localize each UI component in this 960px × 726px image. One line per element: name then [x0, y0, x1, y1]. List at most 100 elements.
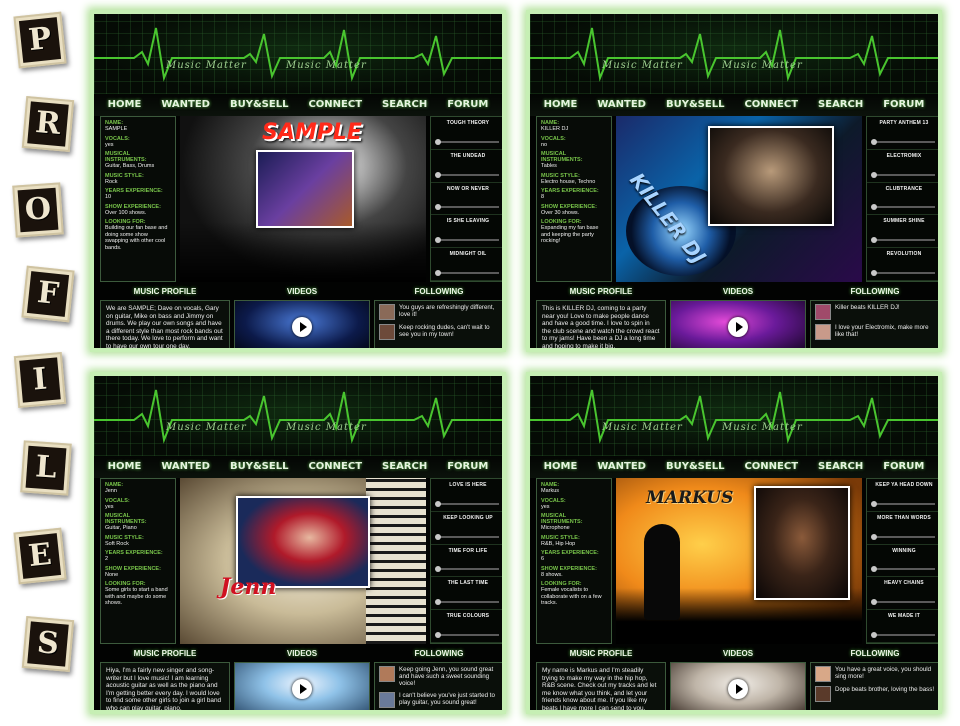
- track-item[interactable]: LOVE IS HERE: [431, 479, 502, 512]
- track-item[interactable]: WINNING: [867, 545, 938, 578]
- track-item[interactable]: TIME FOR LIFE: [431, 545, 502, 578]
- track-item[interactable]: CLUBTRANCE: [867, 183, 938, 216]
- progress-bar[interactable]: [875, 271, 935, 274]
- nav-forum[interactable]: FORUM: [883, 94, 924, 116]
- progress-bar[interactable]: [439, 271, 499, 274]
- track-item[interactable]: PARTY ANTHEM 13: [867, 117, 938, 150]
- nav-search[interactable]: SEARCH: [382, 456, 427, 478]
- play-dot-icon[interactable]: [871, 599, 877, 606]
- nav-connect[interactable]: CONNECT: [308, 456, 362, 478]
- progress-bar[interactable]: [875, 173, 935, 176]
- play-dot-icon[interactable]: [871, 566, 877, 573]
- progress-bar[interactable]: [875, 568, 935, 571]
- progress-bar[interactable]: [439, 173, 499, 176]
- avatar[interactable]: [815, 324, 831, 340]
- progress-bar[interactable]: [875, 601, 935, 604]
- nav-home[interactable]: HOME: [108, 456, 142, 478]
- nav-wanted[interactable]: WANTED: [597, 94, 646, 116]
- progress-bar[interactable]: [439, 206, 499, 209]
- progress-bar[interactable]: [439, 601, 499, 604]
- video-thumbnail[interactable]: [234, 300, 370, 348]
- video-thumbnail[interactable]: [234, 662, 370, 710]
- site-logo[interactable]: Music Matter: [722, 422, 803, 433]
- nav-wanted[interactable]: WANTED: [597, 456, 646, 478]
- video-thumbnail[interactable]: [670, 300, 806, 348]
- play-dot-icon[interactable]: [435, 631, 441, 638]
- site-logo[interactable]: Music Matter: [286, 422, 367, 433]
- nav-connect[interactable]: CONNECT: [744, 94, 798, 116]
- nav-forum[interactable]: FORUM: [447, 94, 488, 116]
- track-item[interactable]: WE MADE IT: [867, 610, 938, 643]
- avatar[interactable]: [379, 666, 395, 682]
- track-item[interactable]: NOW OR NEVER: [431, 183, 502, 216]
- progress-bar[interactable]: [875, 239, 935, 242]
- progress-bar[interactable]: [875, 535, 935, 538]
- progress-bar[interactable]: [875, 633, 935, 636]
- avatar[interactable]: [815, 304, 831, 320]
- track-item[interactable]: IS SHE LEAVING: [431, 215, 502, 249]
- video-thumbnail[interactable]: [670, 662, 806, 710]
- nav-forum[interactable]: FORUM: [447, 456, 488, 478]
- nav-search[interactable]: SEARCH: [382, 94, 427, 116]
- nav-home[interactable]: HOME: [108, 94, 142, 116]
- track-item[interactable]: MIDNIGHT OIL: [431, 248, 502, 281]
- play-dot-icon[interactable]: [871, 237, 877, 244]
- play-button-icon[interactable]: [292, 317, 312, 337]
- nav-buy-sell[interactable]: BUY&SELL: [230, 456, 288, 478]
- nav-buy-sell[interactable]: BUY&SELL: [230, 94, 288, 116]
- avatar[interactable]: [815, 686, 831, 702]
- track-item[interactable]: KEEP YA HEAD DOWN: [867, 479, 938, 512]
- site-logo[interactable]: Music Matter: [166, 60, 247, 71]
- play-dot-icon[interactable]: [871, 533, 877, 540]
- progress-bar[interactable]: [875, 502, 935, 505]
- progress-bar[interactable]: [439, 633, 499, 636]
- play-dot-icon[interactable]: [871, 500, 877, 507]
- track-item[interactable]: TOUGH THEORY: [431, 117, 502, 150]
- play-dot-icon[interactable]: [435, 237, 441, 244]
- progress-bar[interactable]: [875, 206, 935, 209]
- nav-home[interactable]: HOME: [544, 456, 578, 478]
- nav-search[interactable]: SEARCH: [818, 456, 863, 478]
- nav-connect[interactable]: CONNECT: [744, 456, 798, 478]
- play-button-icon[interactable]: [728, 679, 748, 699]
- avatar[interactable]: [815, 666, 831, 682]
- site-logo[interactable]: Music Matter: [602, 422, 683, 433]
- track-item[interactable]: ELECTROMIX: [867, 150, 938, 183]
- nav-buy-sell[interactable]: BUY&SELL: [666, 456, 724, 478]
- play-dot-icon[interactable]: [871, 631, 877, 638]
- progress-bar[interactable]: [439, 535, 499, 538]
- nav-search[interactable]: SEARCH: [818, 94, 863, 116]
- progress-bar[interactable]: [439, 140, 499, 143]
- site-logo[interactable]: Music Matter: [166, 422, 247, 433]
- nav-wanted[interactable]: WANTED: [161, 456, 210, 478]
- progress-bar[interactable]: [439, 239, 499, 242]
- track-item[interactable]: THE LAST TIME: [431, 577, 502, 611]
- progress-bar[interactable]: [875, 140, 935, 143]
- play-dot-icon[interactable]: [871, 171, 877, 178]
- progress-bar[interactable]: [439, 568, 499, 571]
- site-logo[interactable]: Music Matter: [602, 60, 683, 71]
- play-dot-icon[interactable]: [435, 171, 441, 178]
- nav-connect[interactable]: CONNECT: [308, 94, 362, 116]
- play-button-icon[interactable]: [728, 317, 748, 337]
- nav-wanted[interactable]: WANTED: [161, 94, 210, 116]
- progress-bar[interactable]: [439, 502, 499, 505]
- track-item[interactable]: TRUE COLOURS: [431, 610, 502, 643]
- play-button-icon[interactable]: [292, 679, 312, 699]
- track-item[interactable]: KEEP LOOKING UP: [431, 512, 502, 545]
- play-dot-icon[interactable]: [871, 138, 877, 145]
- avatar[interactable]: [379, 304, 395, 320]
- track-item[interactable]: REVOLUTION: [867, 248, 938, 281]
- play-dot-icon[interactable]: [435, 138, 441, 145]
- track-item[interactable]: THE UNDEAD: [431, 150, 502, 183]
- play-dot-icon[interactable]: [435, 204, 441, 211]
- avatar[interactable]: [379, 324, 395, 340]
- nav-buy-sell[interactable]: BUY&SELL: [666, 94, 724, 116]
- track-item[interactable]: SUMMER SHINE: [867, 215, 938, 249]
- avatar[interactable]: [379, 691, 395, 708]
- play-dot-icon[interactable]: [871, 269, 877, 276]
- track-item[interactable]: HEAVY CHAINS: [867, 577, 938, 611]
- play-dot-icon[interactable]: [435, 566, 441, 573]
- site-logo[interactable]: Music Matter: [722, 60, 803, 71]
- play-dot-icon[interactable]: [435, 500, 441, 507]
